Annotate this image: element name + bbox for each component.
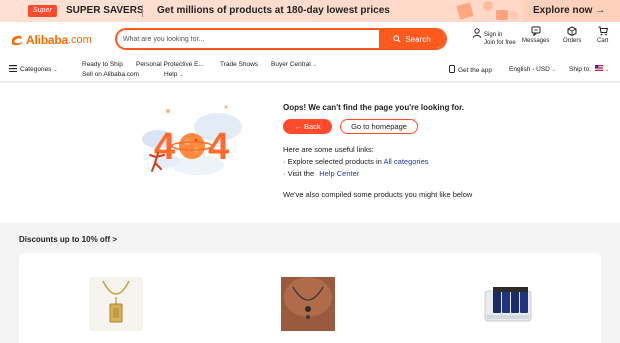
- orders-icon: [567, 26, 577, 36]
- compiled-note: We've also compiled some products you mi…: [283, 190, 473, 199]
- explore-now-link[interactable]: Explore now →: [533, 4, 605, 18]
- categories-label: Categories: [20, 66, 52, 73]
- logo-text: Alibaba: [26, 33, 68, 47]
- chevron-down-icon: ⌄: [53, 67, 58, 73]
- phone-icon: [449, 65, 455, 73]
- promo-divider: [142, 5, 143, 17]
- svg-text:4: 4: [208, 126, 229, 168]
- chevron-down-icon: ⌄: [179, 72, 184, 78]
- categories-menu[interactable]: Categories ⌄: [9, 65, 58, 75]
- explore-line: · Explore selected products in All categ…: [283, 157, 429, 166]
- chevron-down-icon: ⌄: [312, 62, 317, 68]
- search-button[interactable]: Search: [379, 30, 445, 48]
- promo-title: SUPER SAVERS: [66, 5, 144, 16]
- visit-prefix: · Visit the: [283, 169, 315, 178]
- category-nav: Categories ⌄ Ready to Ship Personal Prote…: [0, 58, 620, 82]
- promo-decoration-icon: [456, 1, 518, 20]
- discounts-heading[interactable]: Discounts up to 10% off >: [19, 235, 117, 244]
- discount-products-grid: [19, 253, 601, 343]
- messages-link[interactable]: Messages: [522, 26, 549, 45]
- get-app-label: Get the app: [458, 67, 492, 74]
- site-header: Alibaba .com Search Sign in Join for fre…: [0, 22, 620, 58]
- error-panel: 4 4 Oops! We can't find the page you're …: [0, 83, 620, 223]
- chevron-down-icon: ⌄: [604, 67, 610, 73]
- language-currency-select[interactable]: English - USD ⌄: [509, 65, 556, 75]
- product-necklace-image[interactable]: [89, 277, 143, 331]
- ship-to-label: Ship to:: [569, 66, 592, 73]
- nav-buyer-central[interactable]: Buyer Central ⌄: [271, 60, 317, 70]
- get-app-link[interactable]: Get the app: [449, 65, 492, 75]
- nav-ready-to-ship[interactable]: Ready to Ship: [82, 60, 123, 69]
- sign-in-link[interactable]: Sign in Join for free: [472, 26, 516, 47]
- promo-text: Get millions of products at 180-day lowe…: [157, 5, 390, 16]
- error-title: Oops! We can't find the page you're look…: [283, 103, 465, 112]
- language-label: English - USD: [509, 66, 550, 73]
- promo-badge: Super: [28, 5, 57, 17]
- search-icon: [393, 35, 401, 43]
- nav-trade-shows[interactable]: Trade Shows: [220, 60, 258, 69]
- logo-suffix: .com: [67, 34, 92, 46]
- explore-prefix: · Explore selected products in: [283, 157, 382, 166]
- join-label: Join for free: [484, 40, 516, 46]
- all-categories-link[interactable]: All categories: [383, 157, 428, 166]
- go-to-homepage-button[interactable]: Go to homepage: [340, 119, 418, 134]
- messages-label: Messages: [522, 38, 550, 44]
- alibaba-logo[interactable]: Alibaba .com: [10, 32, 92, 48]
- buyer-central-label: Buyer Central: [271, 61, 311, 68]
- search-bar: Search: [115, 28, 447, 50]
- alibaba-logo-icon: [11, 35, 23, 46]
- us-flag-icon: [594, 65, 603, 71]
- ship-to-select[interactable]: Ship to: ⌄: [569, 65, 609, 75]
- nav-ppe[interactable]: Personal Protective E...: [136, 60, 204, 69]
- sign-in-label: Sign in: [484, 32, 503, 38]
- cart-label: Cart: [597, 38, 609, 44]
- help-label: Help: [164, 71, 178, 78]
- product-pendant-image[interactable]: [281, 277, 335, 331]
- menu-icon: [9, 65, 17, 73]
- nav-help[interactable]: Help ⌄: [164, 70, 184, 80]
- user-icon: [472, 28, 482, 38]
- orders-link[interactable]: Orders: [563, 26, 581, 45]
- promo-banner[interactable]: Super SUPER SAVERS Get millions of produ…: [0, 0, 620, 22]
- help-intro: Here are some useful links:: [283, 145, 374, 154]
- nav-sell[interactable]: Sell on Alibaba.com: [82, 70, 139, 79]
- visit-line: · Visit the Help Center: [283, 169, 359, 178]
- chevron-down-icon: ⌄: [551, 67, 557, 73]
- search-button-label: Search: [405, 34, 431, 44]
- cart-link[interactable]: Cart: [597, 26, 608, 45]
- 404-illustration-icon: 4 4: [142, 105, 242, 175]
- cart-icon: [598, 26, 608, 36]
- back-button[interactable]: ← Back: [283, 119, 332, 134]
- search-input[interactable]: [123, 30, 381, 48]
- orders-label: Orders: [563, 38, 582, 44]
- messages-icon: [531, 26, 541, 36]
- product-lighters-image[interactable]: [481, 277, 535, 331]
- help-center-link[interactable]: Help Center: [319, 169, 359, 178]
